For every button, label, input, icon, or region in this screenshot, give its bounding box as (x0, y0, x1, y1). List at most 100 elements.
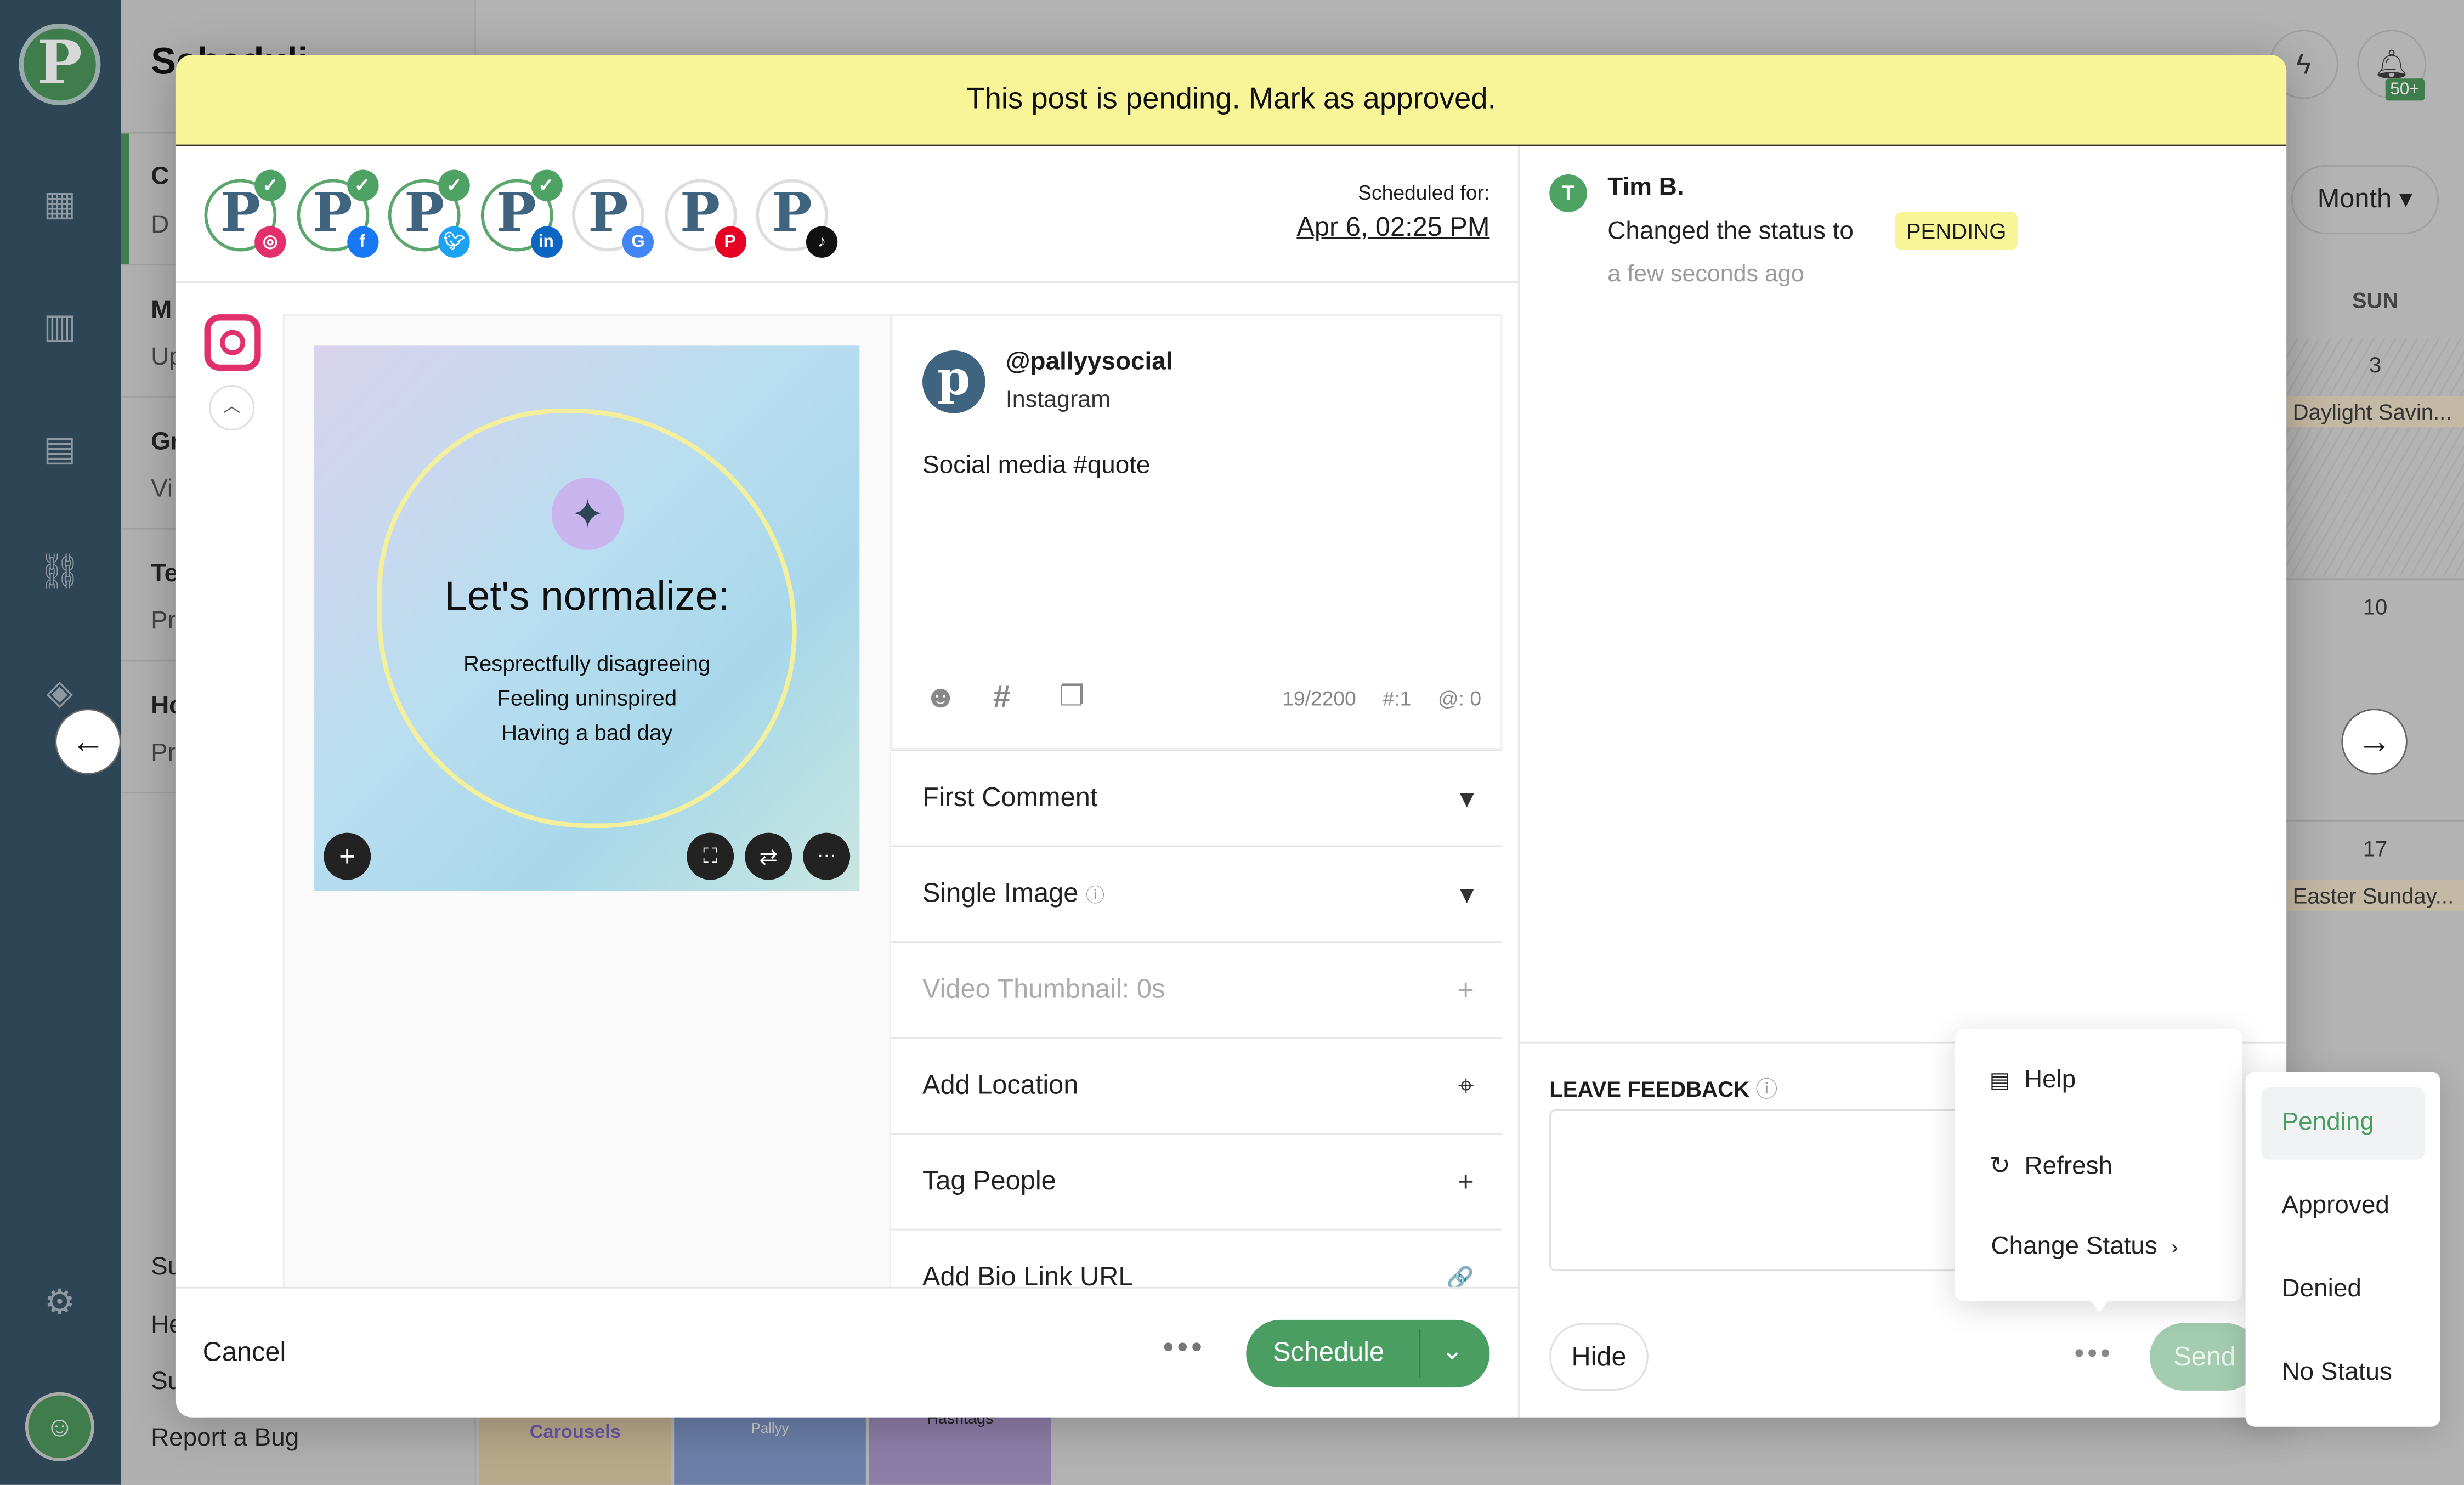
check-icon: ✓ (530, 169, 562, 201)
twitter-icon: 🐦︎ (438, 226, 470, 258)
status-submenu: Pending Approved Denied No Status (2245, 1072, 2440, 1427)
calendar-event[interactable]: Daylight Savin... (2286, 396, 2464, 428)
day-header: SUN (2352, 287, 2399, 313)
facebook-icon: f (346, 226, 378, 258)
menu-item-change-status[interactable]: Change Status › (1991, 1233, 2178, 1262)
pinterest-icon: P (714, 226, 746, 258)
schedule-button[interactable]: Schedule ⌄ (1246, 1319, 1490, 1388)
check-icon: ✓ (438, 169, 470, 201)
first-comment-row[interactable]: First Comment ▾ (891, 749, 1503, 846)
book-icon: ▤ (1989, 1067, 2010, 1092)
swap-icon[interactable]: ⇄ (745, 832, 792, 880)
panel-item-sub: Pr (151, 608, 176, 635)
link-icon[interactable]: ⛓ (35, 547, 85, 597)
single-image-row[interactable]: Single Image ⓘ ▾ (891, 845, 1503, 942)
calendar-event[interactable]: Easter Sunday... (2286, 880, 2464, 911)
chevron-down-icon[interactable]: ⌄ (1441, 1336, 1464, 1367)
approval-banner[interactable]: This post is pending. Mark as approved. (175, 55, 2287, 146)
info-icon: ⓘ (1085, 885, 1105, 907)
options-menu: ▤ Help ↻ Refresh Change Status › (1955, 1029, 2242, 1312)
panel-item-title[interactable]: C (151, 163, 169, 192)
check-icon: ✓ (254, 169, 286, 201)
previous-post-arrow-icon[interactable]: ← (55, 709, 121, 775)
check-icon: ✓ (346, 169, 378, 201)
calendar-icon[interactable]: ▦ (35, 179, 85, 230)
panel-item-sub: Pr (151, 740, 176, 767)
mention-count: @: 0 (1437, 687, 1482, 711)
tiktok-icon: ♪ (806, 226, 838, 258)
status-option-denied[interactable]: Denied (2282, 1276, 2361, 1305)
chevron-down-icon: ▾ (1459, 878, 1474, 910)
scheduled-label: Scheduled for: (1358, 180, 1490, 205)
google-business-icon: G (622, 226, 654, 258)
linkedin-icon: in (530, 226, 562, 258)
account-handle: @pallyysocial (1005, 349, 1173, 376)
report-bug-link[interactable]: Report a Bug (151, 1425, 299, 1454)
bio-link-row[interactable]: Add Bio Link URL 🔗 (891, 1228, 1503, 1289)
chevron-right-icon: › (2171, 1235, 2178, 1259)
account-avatar-tiktok[interactable]: P ♪ (756, 179, 838, 258)
more-options-icon[interactable]: ••• (1163, 1331, 1205, 1367)
hashtag-count: #:1 (1383, 687, 1412, 711)
hashtag-icon[interactable]: # (993, 681, 1011, 717)
tag-people-row[interactable]: Tag People + (891, 1132, 1503, 1229)
account-avatar-google-business[interactable]: PG (572, 179, 654, 258)
instagram-icon: ◎ (254, 226, 286, 258)
account-avatar-pinterest[interactable]: PP (664, 179, 746, 258)
account-avatar-linkedin[interactable]: P ✓ in (480, 169, 562, 258)
status-option-no-status[interactable]: No Status (2282, 1359, 2392, 1388)
cancel-button[interactable]: Cancel (203, 1337, 286, 1368)
next-post-arrow-icon[interactable]: → (2341, 709, 2408, 775)
view-select[interactable]: Month ▾ (2291, 165, 2439, 234)
account-avatar-instagram[interactable]: P ✓ ◎ (204, 169, 286, 258)
activity-action: Changed the status to (1607, 218, 1854, 246)
view-label: Month (2317, 184, 2392, 214)
scheduled-date[interactable]: Apr 6, 02:25 PM (1296, 212, 1489, 243)
chevron-down-icon: ▾ (1459, 782, 1474, 814)
message-icon[interactable]: ▤ (35, 424, 85, 475)
plus-icon: + (1457, 974, 1474, 1006)
image-heading: Let's normalize: (444, 572, 729, 619)
panel-item-title[interactable]: Te (151, 561, 178, 590)
day-number: 10 (2363, 594, 2388, 619)
help-icon[interactable]: ⓘ (1755, 1076, 1777, 1102)
post-image[interactable]: ✦ Let's normalize: Resprectfully disagre… (314, 345, 860, 891)
account-network: Instagram (1005, 386, 1111, 413)
account-avatar-facebook[interactable]: P ✓ f (296, 169, 378, 258)
instagram-icon[interactable] (204, 314, 261, 371)
feedback-input[interactable] (1549, 1109, 1990, 1272)
hide-button[interactable]: Hide (1549, 1323, 1649, 1391)
caption-input[interactable]: Social media #quote (922, 452, 1472, 481)
panel-item-title[interactable]: M (151, 297, 172, 326)
panel-item-sub: D (151, 212, 169, 239)
emoji-icon[interactable]: ☻ (924, 681, 957, 717)
image-text: Resprectfully disagreeing Feeling uninsp… (463, 650, 711, 745)
plus-icon: + (1457, 1166, 1474, 1198)
status-option-pending[interactable]: Pending (2282, 1109, 2374, 1138)
logo[interactable]: P (19, 23, 101, 105)
account-avatar-twitter[interactable]: P ✓ 🐦︎ (388, 169, 470, 258)
sparkle-icon: ✦ (551, 478, 624, 550)
refresh-icon: ↻ (1989, 1153, 2011, 1180)
gear-icon[interactable]: ⚙ (35, 1278, 85, 1328)
more-icon[interactable]: ··· (803, 832, 851, 880)
account-avatar: p (922, 350, 985, 413)
menu-item-refresh[interactable]: ↻ Refresh (1990, 1150, 2112, 1181)
status-option-approved[interactable]: Approved (2282, 1193, 2389, 1221)
add-media-icon[interactable]: + (324, 832, 371, 880)
status-badge: PENDING (1895, 212, 2018, 250)
team-icon[interactable]: ☺ (25, 1392, 94, 1461)
chart-icon[interactable]: ▥ (35, 302, 85, 352)
send-button[interactable]: Send (2149, 1323, 2260, 1391)
activity-time: a few seconds ago (1607, 260, 1804, 288)
link-icon: 🔗 (1446, 1265, 1474, 1289)
expand-icon[interactable]: ⛶ (687, 832, 734, 880)
add-location-row[interactable]: Add Location ⌖ (891, 1037, 1503, 1133)
activity-user: Tim B. (1607, 174, 1684, 201)
char-count: 19/2200 (1282, 687, 1356, 711)
more-options-icon[interactable]: ••• (2074, 1337, 2113, 1370)
chevron-up-icon[interactable]: ︿ (209, 385, 255, 431)
copy-icon[interactable]: ❐ (1059, 681, 1084, 713)
menu-item-help[interactable]: ▤ Help (1990, 1067, 2076, 1096)
video-thumbnail-row[interactable]: Video Thumbnail: 0s + (891, 941, 1503, 1037)
